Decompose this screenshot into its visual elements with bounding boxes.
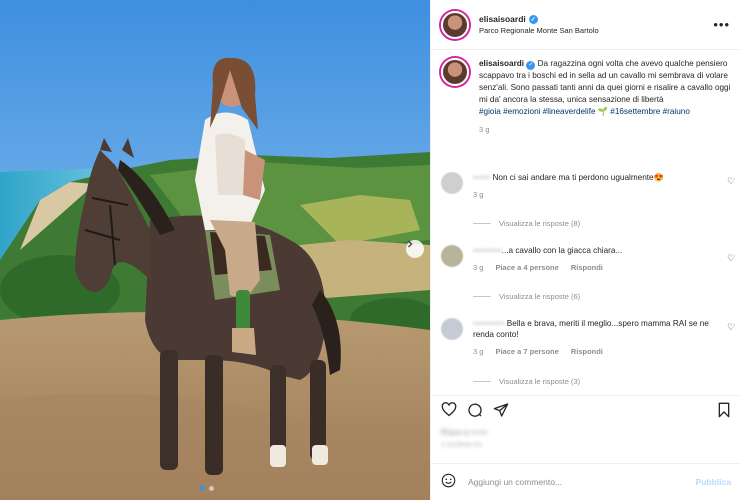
reply-button[interactable]: Rispondi — [571, 346, 603, 357]
comment-likes[interactable]: Piace a 4 persone — [495, 262, 558, 273]
replies-divider — [473, 381, 491, 382]
view-replies-label: Visualizza le risposte (6) — [499, 292, 581, 301]
author-avatar[interactable] — [441, 10, 469, 39]
horse-photo-illustration — [0, 0, 430, 500]
comment-text: Non ci sai andare ma ti perdono ugualmen… — [490, 173, 664, 182]
commenter-avatar[interactable] — [441, 172, 463, 194]
commenter-avatar[interactable] — [441, 245, 463, 267]
chevron-right-icon — [408, 240, 413, 248]
publish-button[interactable]: Pubblica — [696, 477, 731, 487]
comment-text: Bella e brava, meriti il meglio...spero … — [473, 319, 709, 339]
like-comment-heart-icon[interactable]: ♡ — [726, 322, 736, 357]
comment-item: ••••••••••• Bella e brava, meriti il meg… — [441, 318, 736, 357]
bookmark-icon[interactable] — [717, 402, 731, 418]
carousel-dot — [200, 486, 205, 491]
author-username-row: elisaisoardi ✓ — [479, 14, 713, 24]
post-location[interactable]: Parco Regionale Monte San Bartolo — [479, 26, 713, 35]
caption-time: 3 g — [479, 124, 490, 134]
post-caption: elisaisoardi ✓ Da ragazzina ogni volta c… — [441, 58, 731, 135]
heart-icon[interactable] — [441, 402, 457, 417]
author-username[interactable]: elisaisoardi — [479, 14, 526, 24]
caption-username[interactable]: elisaisoardi — [479, 59, 524, 68]
post-action-bar — [431, 395, 740, 423]
view-replies-label: Visualizza le risposte (3) — [499, 377, 581, 386]
replies-divider — [473, 296, 491, 297]
reply-button[interactable]: Rispondi — [571, 262, 603, 273]
comment-input[interactable] — [466, 476, 696, 488]
commenter-username[interactable]: •••••• — [473, 173, 490, 182]
comment-item: ••••••••••...a cavallo con la giacca chi… — [441, 245, 736, 273]
view-replies-label: Visualizza le risposte (8) — [499, 219, 581, 228]
add-comment-bar: Pubblica — [431, 463, 740, 500]
comment-likes[interactable]: Piace a 7 persone — [495, 346, 558, 357]
caption-avatar[interactable] — [441, 58, 469, 86]
view-replies-button[interactable]: Visualizza le risposte (6) — [473, 292, 580, 301]
comment-time: 3 g — [473, 263, 484, 272]
post-date: 3 GIORNI FA — [441, 442, 483, 449]
smiley-icon[interactable] — [441, 473, 456, 491]
replies-divider — [473, 223, 491, 224]
post-header: elisaisoardi ✓ Parco Regionale Monte San… — [431, 0, 740, 50]
instagram-post: elisaisoardi ✓ Parco Regionale Monte San… — [0, 0, 740, 500]
commenter-username[interactable]: ••••••••••• — [473, 319, 505, 328]
comment-icon[interactable] — [467, 402, 483, 418]
next-photo-button[interactable] — [406, 240, 424, 258]
comment-time: 3 g — [473, 190, 484, 199]
likes-count[interactable]: Piace a •••••• — [441, 428, 488, 437]
view-replies-button[interactable]: Visualizza le risposte (3) — [473, 377, 580, 386]
verified-badge-icon: ✓ — [528, 14, 538, 24]
comment-item: •••••• Non ci sai andare ma ti perdono u… — [441, 172, 736, 200]
like-comment-heart-icon[interactable]: ♡ — [726, 253, 736, 273]
commenter-username[interactable]: •••••••••• — [473, 246, 502, 255]
comment-time: 3 g — [473, 347, 484, 356]
verified-badge-icon: ✓ — [526, 61, 536, 71]
carousel-dots — [200, 486, 214, 491]
like-comment-heart-icon[interactable]: ♡ — [726, 176, 736, 200]
view-replies-button[interactable]: Visualizza le risposte (8) — [473, 219, 580, 228]
comment-text: ...a cavallo con la giacca chiara... — [501, 246, 623, 255]
share-icon[interactable] — [493, 402, 509, 418]
carousel-dot — [209, 486, 214, 491]
more-options-icon[interactable]: ••• — [713, 17, 730, 32]
commenter-avatar[interactable] — [441, 318, 463, 340]
post-photo[interactable] — [0, 0, 430, 500]
caption-hashtags[interactable]: #gioia #emozioni #lineaverdelife 🌱 #16se… — [479, 106, 731, 118]
post-side-panel: elisaisoardi ✓ Parco Regionale Monte San… — [430, 0, 740, 500]
